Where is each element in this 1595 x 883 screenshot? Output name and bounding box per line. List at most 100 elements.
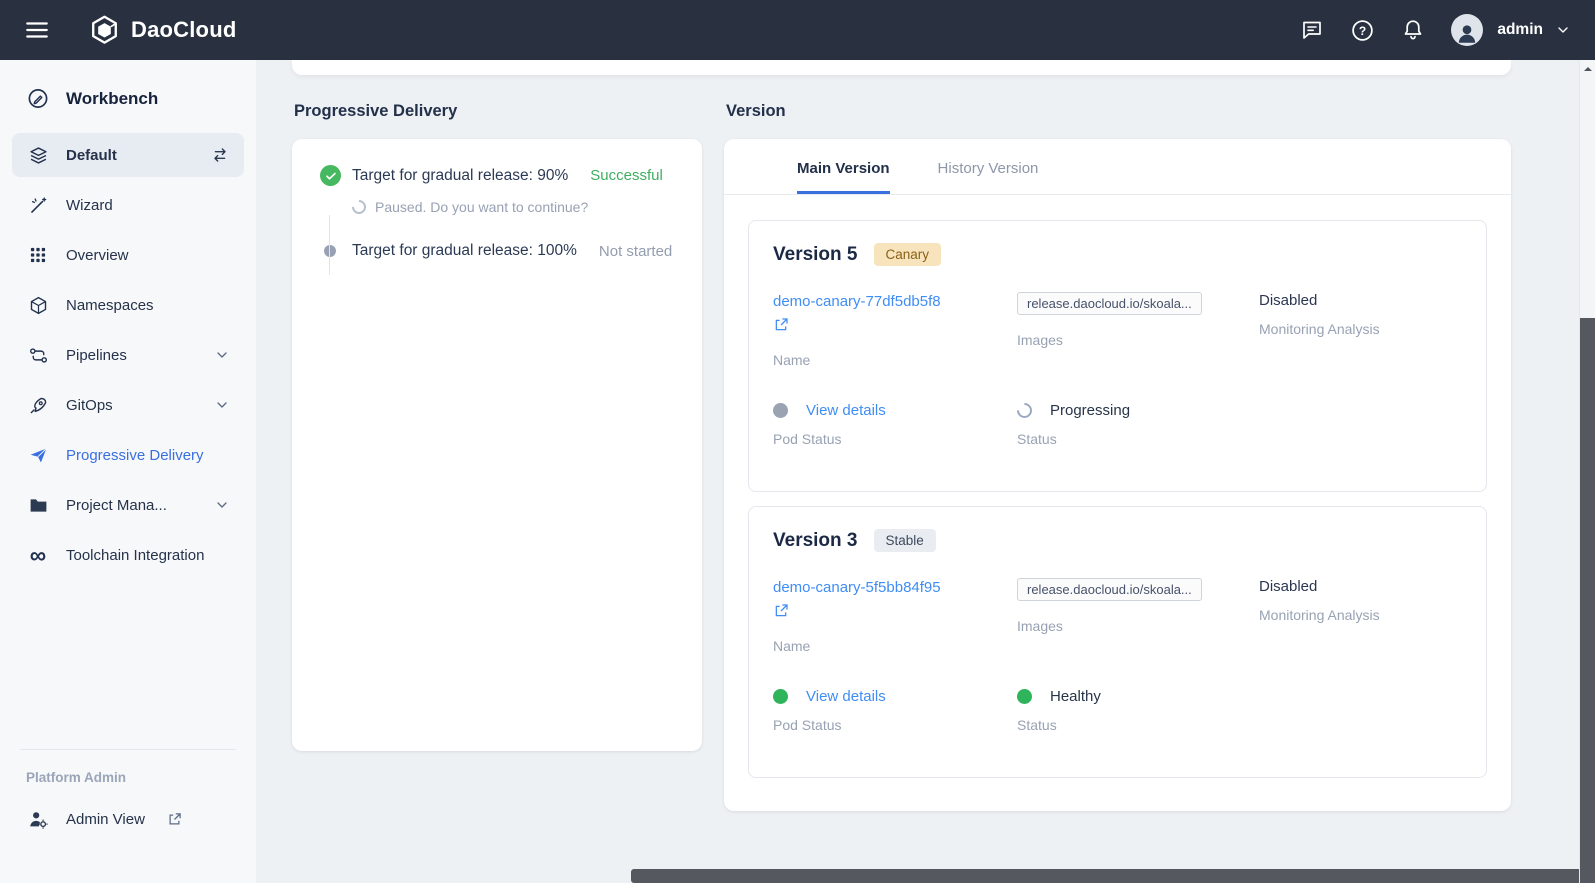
username: admin [1497,21,1543,39]
healthy-dot-icon [1017,689,1032,704]
infinity-icon: ∞ [26,544,50,567]
workload-link-text: demo-canary-77df5db5f8 [773,293,941,310]
switch-workspace-icon[interactable] [210,145,230,165]
scrollbar-up-arrow-icon[interactable] [1580,64,1595,74]
check-circle-icon [320,165,341,186]
brand-logo[interactable]: DaoCloud [88,14,236,47]
sidebar-item-label: Default [66,147,117,164]
layers-icon [26,145,50,166]
chat-icon[interactable] [1300,18,1324,42]
sidebar-item-admin-view[interactable]: Admin View [12,797,244,841]
step-label: Target for gradual release: 100% [352,242,577,260]
horizontal-scrollbar [512,869,1563,883]
magic-wand-icon [26,195,50,216]
sidebar-item-label: Project Mana... [66,497,167,514]
bell-icon[interactable] [1401,18,1425,42]
workload-link[interactable]: demo-canary-5f5bb84f95 [773,578,941,626]
status-label: Status [1017,431,1259,447]
user-avatar[interactable] [1451,14,1483,46]
images-label: Images [1017,618,1259,634]
progressing-spinner-icon [1014,399,1035,420]
images-cell: release.daocloud.io/skoala... Images [1017,292,1259,348]
status-label: Status [1017,717,1259,733]
monitoring-label: Monitoring Analysis [1259,607,1462,623]
monitoring-cell: Disabled Monitoring Analysis [1259,292,1462,337]
sidebar-item-label: Progressive Delivery [66,447,204,464]
tab-main-version[interactable]: Main Version [797,139,890,194]
version-title: Version [726,102,1511,121]
sidebar-item-overview[interactable]: Overview [12,233,244,277]
chevron-down-icon[interactable] [214,397,230,413]
sidebar-item-label: Namespaces [66,297,154,314]
status-value: Progressing [1050,402,1130,419]
name-cell: demo-canary-77df5db5f8 Name [773,292,1017,368]
sidebar-item-label: GitOps [66,397,113,414]
name-cell: demo-canary-5f5bb84f95 Name [773,578,1017,654]
hamburger-menu-icon[interactable] [24,17,50,43]
pod-status-dot-icon [773,689,788,704]
paper-plane-icon [26,445,50,466]
sidebar-item-wizard[interactable]: Wizard [12,183,244,227]
paused-spinner-icon [349,197,369,217]
workbench-header[interactable]: Workbench [0,60,256,125]
progressive-delivery-title: Progressive Delivery [294,102,702,121]
name-label: Name [773,638,1017,654]
stable-badge: Stable [874,529,936,552]
step-label: Target for gradual release: 90% [352,167,568,185]
cube-icon [26,295,50,316]
sidebar-item-label: Overview [66,247,129,264]
progressive-delivery-panel: Progressive Delivery Target for gradual … [292,102,702,751]
step-status: Successful [590,167,663,184]
user-menu-chevron-down-icon[interactable] [1555,22,1571,38]
version-card: Main Version History Version Version 5 C… [724,139,1511,811]
sidebar-item-label: Wizard [66,197,113,214]
chevron-down-icon[interactable] [214,347,230,363]
clipped-card-above [292,60,1511,75]
sidebar-item-pipelines[interactable]: Pipelines [12,333,244,377]
release-step-1: Target for gradual release: 90% Successf… [320,165,676,186]
help-icon[interactable]: ? [1350,18,1375,43]
canary-badge: Canary [874,243,942,266]
version-item-5: Version 5 Canary demo-canary-77df5db5f8 [748,220,1487,492]
sidebar: Workbench Default Wizard [0,60,256,883]
workload-link[interactable]: demo-canary-77df5db5f8 [773,292,941,340]
sidebar-item-default[interactable]: Default [12,133,244,177]
brand-name: DaoCloud [131,17,236,43]
sidebar-item-namespaces[interactable]: Namespaces [12,283,244,327]
pod-status-cell: View details Pod Status [773,688,1017,733]
pipeline-icon [26,345,50,366]
sidebar-item-label: Admin View [66,811,145,828]
workbench-label: Workbench [66,89,158,109]
version-name: Version 5 [773,244,858,266]
name-label: Name [773,352,1017,368]
rocket-icon [26,395,50,416]
chevron-down-icon[interactable] [214,497,230,513]
version-list: Version 5 Canary demo-canary-77df5db5f8 [724,195,1511,805]
pod-status-label: Pod Status [773,431,1017,447]
admin-user-gear-icon [26,808,50,830]
sidebar-nav: Default Wizard Overview [0,125,256,585]
sidebar-item-progressive-delivery[interactable]: Progressive Delivery [12,433,244,477]
pod-status-dot-icon [773,403,788,418]
external-link-icon [167,812,182,827]
substep-label: Paused. Do you want to continue? [375,199,588,215]
step-connector-line [329,215,330,275]
monitoring-label: Monitoring Analysis [1259,321,1462,337]
sidebar-item-label: Toolchain Integration [66,547,204,564]
vertical-scrollbar-thumb[interactable] [1580,318,1595,883]
sidebar-item-toolchain-integration[interactable]: ∞ Toolchain Integration [12,533,244,577]
version-tabs: Main Version History Version [724,139,1511,195]
daocloud-logo-icon [88,14,121,47]
app-screen: DaoCloud ? admin Work [0,0,1595,883]
horizontal-scrollbar-thumb[interactable] [631,869,1579,883]
sidebar-item-gitops[interactable]: GitOps [12,383,244,427]
step-status: Not started [599,243,672,260]
view-details-link[interactable]: View details [806,402,886,419]
main-content: Progressive Delivery Target for gradual … [256,60,1579,883]
monitoring-value: Disabled [1259,578,1462,595]
view-details-link[interactable]: View details [806,688,886,705]
sidebar-item-project-management[interactable]: Project Mana... [12,483,244,527]
pod-status-label: Pod Status [773,717,1017,733]
tab-history-version[interactable]: History Version [938,139,1039,194]
topbar-actions: ? admin [1300,14,1571,46]
